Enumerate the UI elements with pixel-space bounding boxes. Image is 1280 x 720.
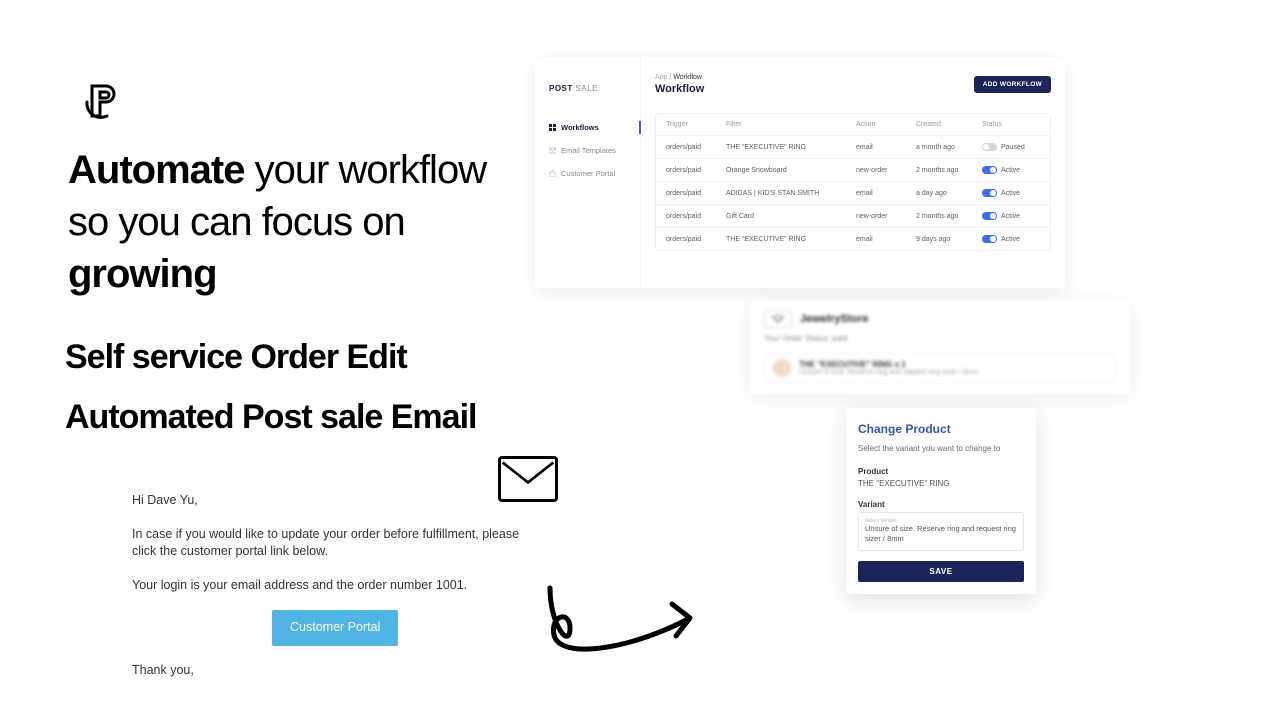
workflow-app: POST SALE Workflows Email Templates Cust… xyxy=(535,58,1065,288)
grid-icon xyxy=(549,124,556,131)
email-greeting: Hi Dave Yu, xyxy=(132,492,532,510)
headline-bold-2: growing xyxy=(68,252,217,296)
headline: Automate your workflow so you can focus … xyxy=(68,144,498,300)
subhead-post-sale: Automated Post sale Email xyxy=(65,398,476,437)
order-status-line: Your Order Status: paid xyxy=(764,334,1116,343)
headline-bold-1: Automate xyxy=(68,148,244,192)
table-row[interactable]: orders/paidOrange Snowboardnew-order2 mo… xyxy=(656,158,1050,181)
customer-portal-button[interactable]: Customer Portal xyxy=(272,610,398,646)
table-row[interactable]: orders/paidTHE "EXECUTIVE" RINGemail9 da… xyxy=(656,227,1050,250)
app-main: App / Workflow Workflow ADD WORKFLOW Tri… xyxy=(641,58,1065,288)
change-product-title: Change Product xyxy=(858,422,1024,436)
store-logo-icon xyxy=(764,310,792,328)
change-product-panel: Change Product Select the variant you wa… xyxy=(846,408,1036,594)
nav-email-templates[interactable]: Email Templates xyxy=(549,144,630,157)
arrow-swoosh-icon xyxy=(540,580,710,670)
nav-workflows[interactable]: Workflows xyxy=(549,121,641,134)
variant-label: Variant xyxy=(858,500,1024,509)
email-body: In case if you would like to update your… xyxy=(132,526,532,561)
save-button[interactable]: SAVE xyxy=(858,561,1024,582)
product-label: Product xyxy=(858,467,1024,476)
table-row[interactable]: orders/paidTHE "EXECUTIVE" RINGemaila mo… xyxy=(656,135,1050,158)
variant-select[interactable]: Select Variant Unsure of size. Reserve r… xyxy=(858,512,1024,551)
variant-value: Unsure of size. Reserve ring and request… xyxy=(865,524,1017,544)
order-status-card: JewelryStore Your Order Status: paid THE… xyxy=(750,300,1130,394)
envelope-icon xyxy=(549,147,556,154)
status-toggle[interactable]: Active xyxy=(982,166,1046,174)
app-brand: POST SALE xyxy=(549,84,630,93)
email-thanks: Thank you, xyxy=(132,662,532,680)
table-row[interactable]: orders/paidADIDAS | KID'S STAN SMITHemai… xyxy=(656,181,1050,204)
status-toggle[interactable]: Paused xyxy=(982,143,1046,151)
email-preview: Hi Dave Yu, In case if you would like to… xyxy=(132,492,532,695)
table-row[interactable]: orders/paidGift Cardnew-order2 months ag… xyxy=(656,204,1050,227)
status-toggle[interactable]: Active xyxy=(982,189,1046,197)
product-value: THE "EXECUTIVE" RING xyxy=(858,479,1024,488)
home-icon xyxy=(549,170,556,177)
order-product-row[interactable]: THE "EXECUTIVE" RING x 1 Unsure of size.… xyxy=(764,353,1116,383)
add-workflow-button[interactable]: ADD WORKFLOW xyxy=(974,76,1051,93)
product-subtitle: Unsure of size. Reserve ring and request… xyxy=(799,369,978,376)
product-thumb-icon xyxy=(773,359,791,377)
workflow-table: Trigger Filter Action Created Status ord… xyxy=(655,113,1051,251)
nav-customer-portal[interactable]: Customer Portal xyxy=(549,167,630,180)
app-sidebar: POST SALE Workflows Email Templates Cust… xyxy=(535,58,641,288)
store-name: JewelryStore xyxy=(800,313,868,325)
status-toggle[interactable]: Active xyxy=(982,212,1046,220)
status-toggle[interactable]: Active xyxy=(982,235,1046,243)
brand-logo xyxy=(82,82,120,120)
product-title: THE "EXECUTIVE" RING x 1 xyxy=(799,360,978,369)
change-product-desc: Select the variant you want to change to xyxy=(858,444,1024,453)
email-login-info: Your login is your email address and the… xyxy=(132,577,532,595)
subhead-order-edit: Self service Order Edit xyxy=(65,338,407,377)
table-header: Trigger Filter Action Created Status xyxy=(656,114,1050,135)
